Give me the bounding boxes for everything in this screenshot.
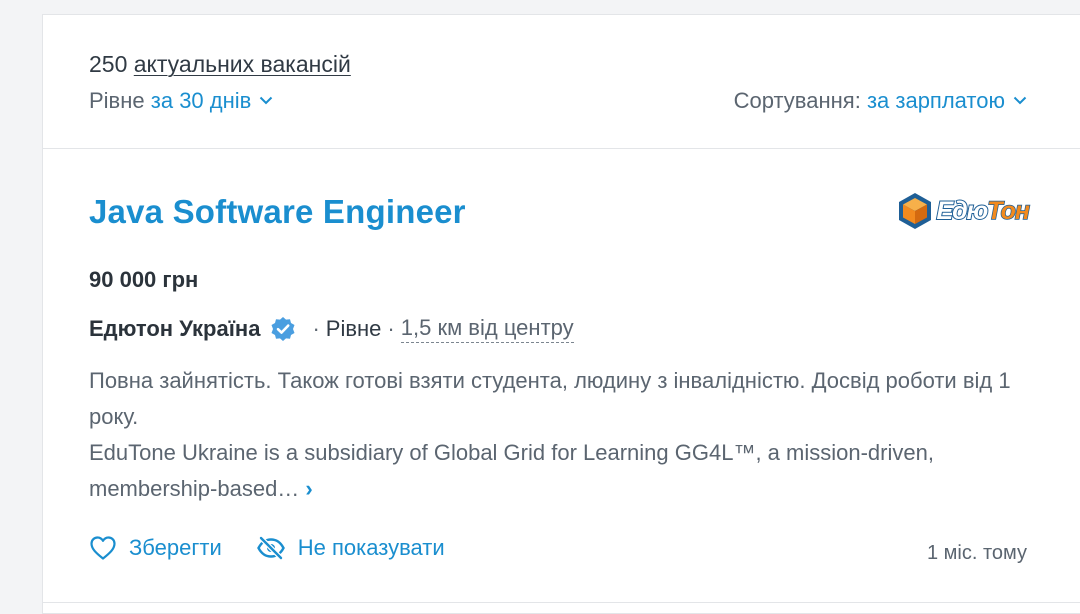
logo-wordmark: ЕдюТон [936, 196, 1031, 226]
hide-button-label: Не показувати [297, 535, 445, 560]
sort-dropdown-label: за зарплатою [866, 88, 1005, 113]
eye-off-icon [256, 536, 285, 560]
cube-logo-icon [898, 193, 931, 229]
posted-time: 1 міс. тому [926, 542, 1027, 564]
job-salary: 90 000 грн [89, 267, 199, 292]
read-more-chevron-icon[interactable]: › [305, 476, 312, 501]
sort-dropdown[interactable]: за зарплатою [867, 88, 1027, 113]
info-separator: · [312, 316, 320, 341]
sort-label: Сортування: [733, 88, 861, 113]
vacancies-count: 250 актуальних вакансій [89, 51, 351, 78]
period-dropdown-label: за 30 днів [150, 88, 252, 113]
chevron-down-icon [1013, 96, 1027, 105]
job-city: Рівне [325, 316, 382, 341]
vacancies-count-number: 250 [89, 51, 128, 77]
company-logo[interactable]: ЕдюТон [896, 191, 1031, 231]
period-dropdown[interactable]: за 30 днів [151, 88, 274, 113]
logo-wordmark-part1: Едю [936, 196, 990, 226]
company-name: Едютон Україна [89, 316, 261, 341]
save-button[interactable]: Зберегти [89, 535, 222, 561]
sort-control: Сортування: за зарплатою [734, 88, 1027, 114]
distance-link[interactable]: 1,5 км від центру [400, 315, 574, 343]
period-filter: Рівне за 30 днів [89, 88, 273, 114]
description-text: EduTone Ukraine is a subsidiary of Globa… [89, 440, 934, 501]
results-summary: 250 актуальних вакансій Рівне за 30 днів… [43, 15, 1080, 149]
job-title-link[interactable]: Java Software Engineer [89, 193, 466, 231]
save-button-label: Зберегти [129, 535, 222, 560]
info-separator: · [387, 316, 395, 341]
heart-icon [90, 536, 116, 560]
job-description: Повна зайнятість. Також готові взяти сту… [89, 363, 1019, 507]
vacancies-count-link[interactable]: актуальних вакансій [134, 51, 351, 77]
company-info: Едютон Україна · Рівне · 1,5 км від цент… [89, 315, 574, 343]
job-actions: Зберегти Не показувати [89, 535, 445, 561]
vacancies-panel: 250 актуальних вакансій Рівне за 30 днів… [42, 14, 1080, 614]
verified-icon [271, 317, 295, 341]
description-paragraph-2: EduTone Ukraine is a subsidiary of Globa… [89, 435, 1019, 507]
logo-wordmark-part2: Тон [987, 196, 1031, 226]
filter-city: Рівне [89, 88, 145, 113]
chevron-down-icon [260, 96, 273, 105]
job-card: Java Software Engineer ЕдюТон 90 000 грн… [43, 149, 1080, 603]
hide-button[interactable]: Не показувати [256, 535, 445, 561]
description-paragraph-1: Повна зайнятість. Також готові взяти сту… [89, 368, 1011, 429]
